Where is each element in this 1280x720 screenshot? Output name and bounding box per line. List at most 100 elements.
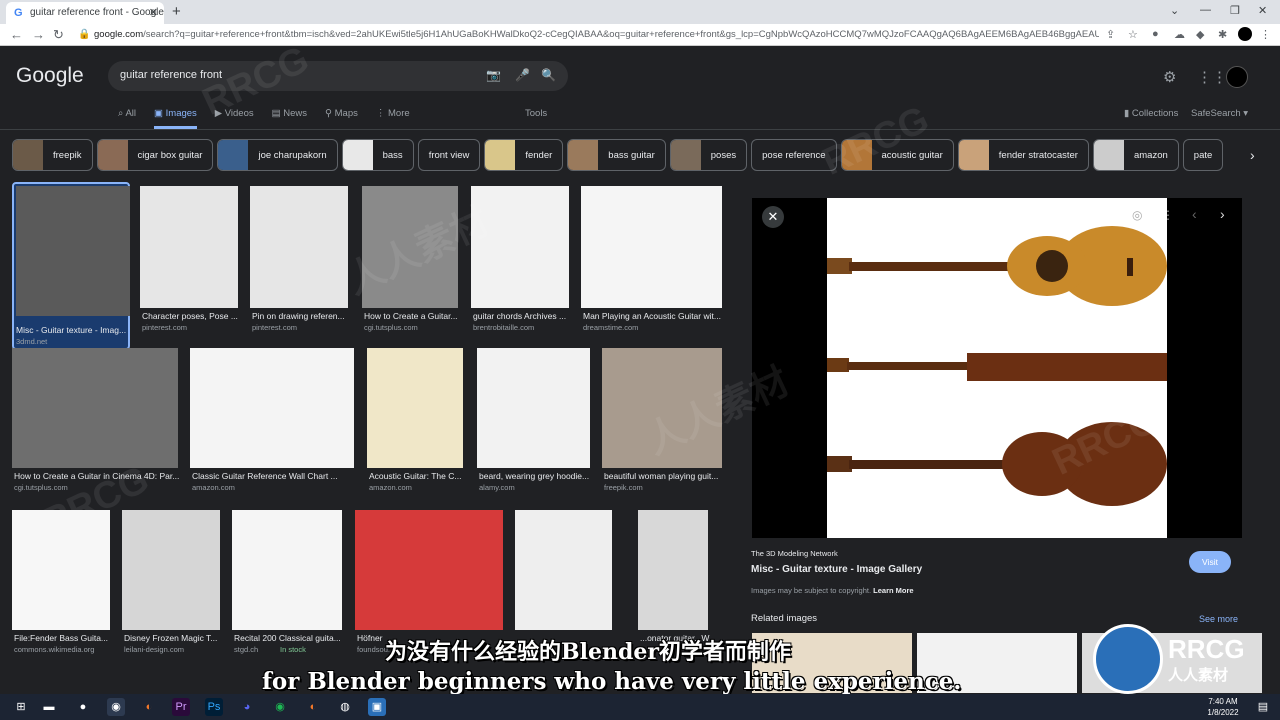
close-preview-button[interactable]: ✕ bbox=[762, 206, 784, 228]
discord-icon[interactable]: ◕ bbox=[238, 698, 256, 716]
image-result[interactable]: Disney Frozen Magic T... leilani-design.c… bbox=[122, 510, 220, 660]
tab-search-icon[interactable]: ⌄ bbox=[1170, 4, 1179, 17]
browser-menu-icon[interactable]: ⋮ bbox=[1260, 28, 1271, 41]
related-chip[interactable]: poses bbox=[669, 139, 748, 171]
blender-icon[interactable]: ◐ bbox=[304, 698, 322, 716]
related-chip[interactable]: bass bbox=[341, 139, 414, 171]
image-result[interactable]: beautiful woman playing guit... freepik.c… bbox=[602, 348, 722, 498]
more-options-icon[interactable]: ⋮ bbox=[1162, 208, 1174, 222]
account-avatar[interactable] bbox=[1226, 66, 1248, 88]
image-result[interactable]: File:Fender Bass Guita... commons.wikimed… bbox=[12, 510, 110, 660]
learn-more-link[interactable]: Learn More bbox=[873, 586, 913, 595]
next-icon[interactable]: › bbox=[1220, 206, 1225, 222]
lens-icon[interactable]: ◎ bbox=[1132, 208, 1142, 222]
close-tab-icon[interactable]: ✕ bbox=[149, 6, 158, 19]
restore-icon[interactable]: ❐ bbox=[1230, 4, 1240, 17]
back-icon[interactable]: ← bbox=[10, 27, 23, 42]
app-icon[interactable]: ▣ bbox=[368, 698, 386, 716]
spotify-icon[interactable]: ◉ bbox=[271, 698, 289, 716]
image-result[interactable]: beard, wearing grey hoodie... alamy.com bbox=[477, 348, 590, 498]
related-chip[interactable]: front view bbox=[417, 139, 481, 171]
previous-icon[interactable]: ‹ bbox=[1192, 206, 1197, 222]
app-icon[interactable]: ● bbox=[74, 698, 92, 716]
google-favicon-icon: G bbox=[14, 7, 23, 19]
image-result[interactable]: How to Create a Guitar... cgi.tutsplus.co… bbox=[362, 186, 458, 338]
safesearch-label: SafeSearch bbox=[1191, 108, 1241, 119]
preview-image[interactable]: ✕ ◎ ⋮ ‹ › bbox=[752, 198, 1242, 538]
image-result[interactable]: Man Playing an Acoustic Guitar wit... dre… bbox=[581, 186, 722, 338]
related-chip[interactable]: pose reference bbox=[751, 139, 837, 171]
extension-icon[interactable]: ● bbox=[1152, 28, 1159, 40]
premiere-icon[interactable]: Pr bbox=[172, 698, 190, 716]
tab-videos[interactable]: ▶ Videos bbox=[215, 108, 254, 129]
app-icon[interactable]: ◍ bbox=[336, 698, 354, 716]
image-result[interactable]: Acoustic Guitar: The C... amazon.com bbox=[367, 348, 463, 498]
preview-source[interactable]: The 3D Modeling Network bbox=[751, 549, 838, 558]
forward-icon[interactable]: → bbox=[32, 27, 45, 42]
search-box[interactable]: guitar reference front 📷 🎤 🔍 bbox=[108, 61, 568, 91]
share-icon[interactable]: ⇪ bbox=[1106, 28, 1115, 41]
browser-tab[interactable]: G guitar reference front - Google S ✕ bbox=[6, 2, 164, 24]
image-result[interactable]: Recital 200 Classical guita... stgd.ch In … bbox=[232, 510, 342, 660]
image-result[interactable]: Character poses, Pose ... pinterest.com bbox=[140, 186, 238, 338]
tab-news[interactable]: ▤ News bbox=[272, 108, 307, 129]
tab-all[interactable]: ⌕ All bbox=[118, 108, 136, 129]
notifications-icon[interactable]: ▤ bbox=[1254, 698, 1272, 716]
related-chip[interactable]: fender bbox=[484, 139, 564, 171]
url-field[interactable]: google.com/search?q=guitar+reference+fro… bbox=[94, 29, 1099, 40]
extension-cloud-icon[interactable]: ☁ bbox=[1174, 28, 1185, 41]
chevron-right-icon[interactable]: › bbox=[1250, 147, 1255, 163]
result-title: beautiful woman playing guit... bbox=[604, 471, 719, 481]
visit-button[interactable]: Visit bbox=[1189, 551, 1231, 573]
system-clock[interactable]: 7:40 AM 1/8/2022 bbox=[1203, 696, 1243, 718]
result-thumbnail bbox=[515, 510, 612, 630]
image-result[interactable]: Misc - Guitar texture - Imag... 3dmd.net bbox=[12, 182, 130, 350]
minimize-icon[interactable]: — bbox=[1200, 4, 1211, 16]
extensions-puzzle-icon[interactable]: ✱ bbox=[1218, 28, 1227, 41]
guitar-side bbox=[827, 353, 1167, 381]
related-chip[interactable]: joe charupakorn bbox=[217, 139, 338, 171]
extension-fox-icon[interactable]: ◆ bbox=[1196, 28, 1204, 41]
chrome-icon[interactable]: ◉ bbox=[107, 698, 125, 716]
related-chip[interactable]: cigar box guitar bbox=[96, 139, 214, 171]
new-tab-button[interactable]: + bbox=[172, 3, 181, 20]
related-chip[interactable]: bass guitar bbox=[567, 139, 666, 171]
camera-icon[interactable]: 📷 bbox=[486, 68, 501, 82]
reload-icon[interactable]: ↻ bbox=[53, 27, 64, 43]
profile-avatar-icon[interactable] bbox=[1238, 27, 1252, 41]
related-chip[interactable]: amazon bbox=[1092, 139, 1179, 171]
lock-icon[interactable]: 🔒 bbox=[78, 29, 90, 40]
image-icon: ▣ bbox=[154, 108, 163, 119]
image-result[interactable]: guitar chords Archives ... brentrobitaill… bbox=[471, 186, 569, 338]
apps-grid-icon[interactable]: ⋮⋮ bbox=[1197, 68, 1227, 86]
file-explorer-icon[interactable]: ▬ bbox=[40, 698, 58, 716]
microphone-icon[interactable]: 🎤 bbox=[515, 68, 530, 82]
settings-gear-icon[interactable]: ⚙ bbox=[1163, 68, 1176, 86]
search-icon[interactable]: 🔍 bbox=[541, 68, 556, 82]
related-chip[interactable]: fender stratocaster bbox=[957, 139, 1089, 171]
related-chip[interactable]: acoustic guitar bbox=[840, 139, 954, 171]
result-thumbnail bbox=[140, 186, 238, 308]
image-result[interactable]: Classic Guitar Reference Wall Chart ... a… bbox=[190, 348, 354, 498]
image-result[interactable]: Pin on drawing referen... pinterest.com bbox=[250, 186, 348, 338]
blender-icon[interactable]: ◐ bbox=[140, 698, 158, 716]
tab-images[interactable]: ▣ Images bbox=[154, 108, 197, 129]
see-more-link[interactable]: See more bbox=[1199, 614, 1238, 624]
image-result[interactable]: How to Create a Guitar in Cinema 4D: Par… bbox=[12, 348, 179, 498]
tab-maps[interactable]: ⚲ Maps bbox=[325, 108, 358, 129]
bookmark-star-icon[interactable]: ☆ bbox=[1128, 28, 1138, 41]
tab-more[interactable]: ⋮ More bbox=[376, 108, 410, 129]
collections-button[interactable]: ▮ Collections bbox=[1124, 108, 1178, 119]
windows-start-icon[interactable]: ⊞ bbox=[12, 698, 30, 716]
related-chip[interactable]: pate bbox=[1182, 139, 1224, 171]
close-window-icon[interactable]: ✕ bbox=[1258, 4, 1267, 17]
preview-title[interactable]: Misc - Guitar texture - Image Gallery bbox=[751, 564, 922, 575]
tools-button[interactable]: Tools bbox=[525, 108, 547, 119]
related-chip[interactable]: freepik bbox=[12, 139, 93, 171]
result-source: alamy.com bbox=[479, 483, 515, 492]
search-input[interactable]: guitar reference front bbox=[120, 69, 222, 81]
chip-thumbnail bbox=[218, 140, 249, 170]
google-logo[interactable]: Google bbox=[16, 64, 84, 88]
safesearch-button[interactable]: SafeSearch ▾ bbox=[1191, 108, 1248, 119]
photoshop-icon[interactable]: Ps bbox=[205, 698, 223, 716]
